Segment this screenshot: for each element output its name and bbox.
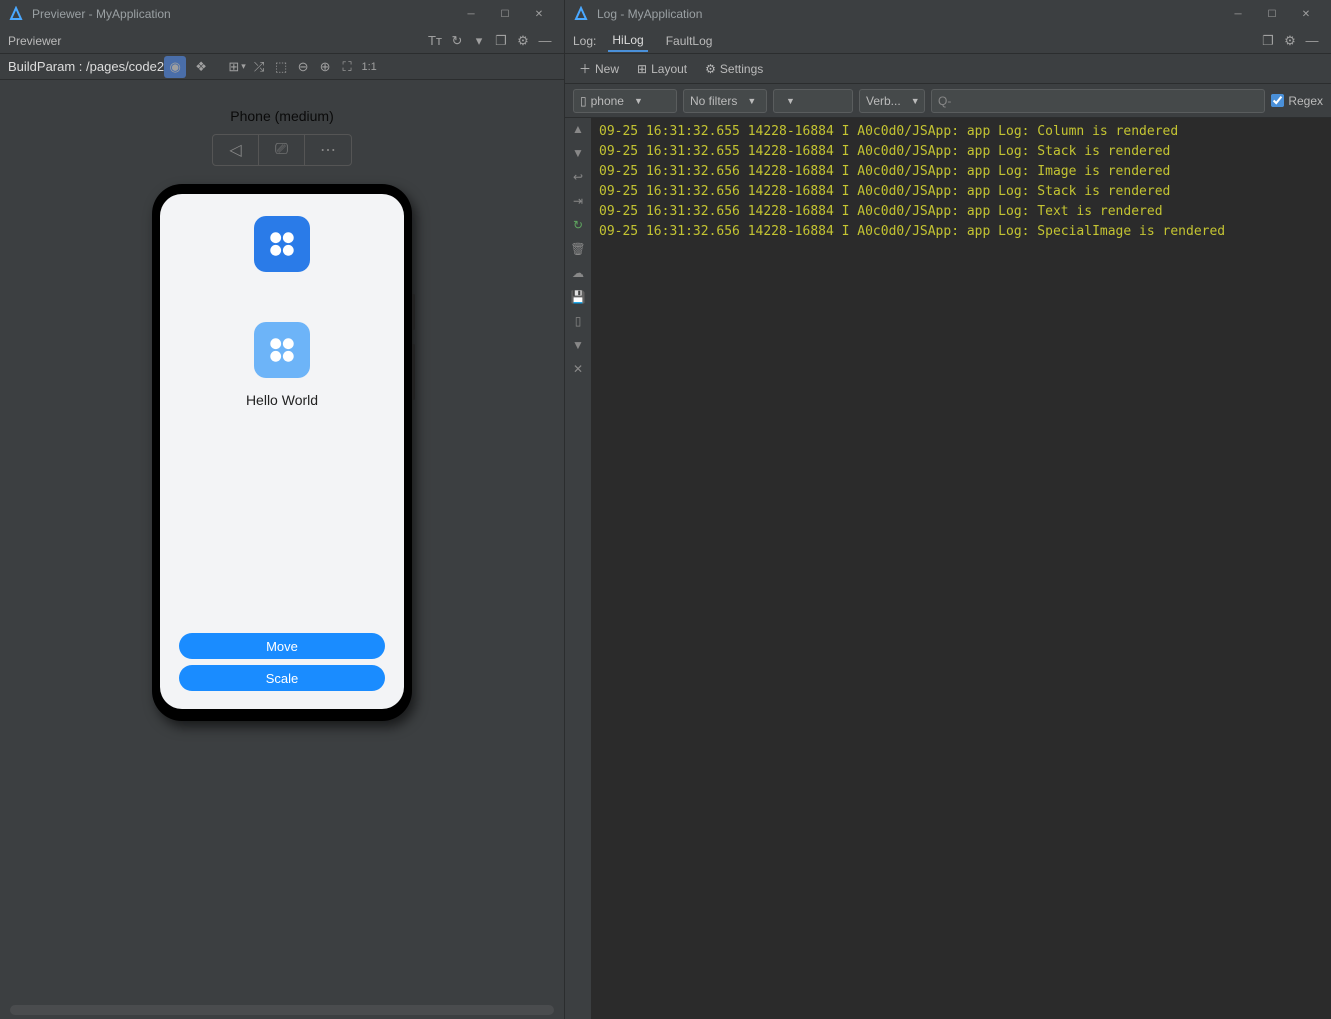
app-logo-icon (8, 6, 24, 22)
hello-text: Hello World (246, 392, 318, 408)
device-dropdown[interactable]: ▯ phone ▼ (573, 89, 677, 113)
save-icon[interactable]: 💾 (569, 288, 587, 306)
crop-icon[interactable]: ⬚ (270, 56, 292, 78)
search-input[interactable]: Q- (931, 89, 1265, 113)
trash-icon[interactable]: 🗑 (569, 240, 587, 258)
horizontal-scrollbar[interactable] (10, 1005, 554, 1015)
cloud-icon[interactable]: ☁ (569, 264, 587, 282)
tab-faultlog[interactable]: FaultLog (666, 34, 713, 48)
phone-screen: Hello World Move Scale (160, 194, 404, 709)
build-param-bar: BuildParam : /pages/code2 ◉ ❖ ⊞▾ ⤮ ⬚ ⊖ ⊕… (0, 54, 564, 80)
wrap-icon[interactable]: ↩ (569, 168, 587, 186)
new-window-icon[interactable]: ❐ (1257, 30, 1279, 52)
layout-button[interactable]: ⊞Layout (631, 58, 693, 80)
log-body: ▲ ▼ ↩ ⇥ ↻ 🗑 ☁ 💾 ▯ ▼ ✕ 09-25 16:31:32.655… (565, 118, 1331, 1019)
previewer-titlebar: Previewer - MyApplication ─ ☐ ✕ (0, 0, 564, 28)
log-label: Log: (573, 34, 596, 48)
log-gutter: ▲ ▼ ↩ ⇥ ↻ 🗑 ☁ 💾 ▯ ▼ ✕ (565, 118, 591, 1019)
close-button[interactable]: ✕ (1289, 4, 1323, 24)
minimize-button[interactable]: ─ (454, 4, 488, 24)
regex-check-input[interactable] (1271, 94, 1284, 107)
rotate-icon[interactable]: ⎚ (259, 135, 305, 165)
restart-icon[interactable]: ↻ (569, 216, 587, 234)
new-button[interactable]: ＋New (573, 58, 625, 80)
phone-side-button (412, 294, 415, 330)
scale-button[interactable]: Scale (179, 665, 385, 691)
font-icon[interactable]: Tᴛ (424, 30, 446, 52)
zoom-out-icon[interactable]: ⊖ (292, 56, 314, 78)
settings-icon[interactable]: ⚙ (512, 30, 534, 52)
close-icon[interactable]: ✕ (569, 360, 587, 378)
log-action-bar: ＋New ⊞Layout ⚙Settings (565, 54, 1331, 84)
hide-icon[interactable]: — (534, 30, 556, 52)
log-title: Log - MyApplication (597, 7, 702, 21)
funnel-icon[interactable]: ▼ (569, 336, 587, 354)
app-logo-icon (573, 6, 589, 22)
tab-hilog[interactable]: HiLog (608, 30, 647, 52)
phone-frame: Hello World Move Scale (152, 184, 412, 721)
back-icon[interactable]: ◁ (213, 135, 259, 165)
scroll-down-icon[interactable]: ▼ (569, 144, 587, 162)
zoom-in-icon[interactable]: ⊕ (314, 56, 336, 78)
filter-dropdown[interactable]: No filters ▼ (683, 89, 767, 113)
tag-dropdown[interactable]: ▼ (773, 89, 853, 113)
previewer-pane: Previewer - MyApplication ─ ☐ ✕ Previewe… (0, 0, 565, 1019)
layers-icon[interactable]: ❖ (190, 56, 212, 78)
one-to-one-icon[interactable]: 1:1 (358, 56, 380, 78)
scroll-up-icon[interactable]: ▲ (569, 120, 587, 138)
phone-icon: ▯ (580, 94, 587, 108)
log-output[interactable]: 09-25 16:31:32.655 14228-16884 I A0c0d0/… (591, 118, 1331, 1019)
device-controls: ◁ ⎚ ⋯ (212, 134, 352, 166)
regex-checkbox[interactable]: Regex (1271, 94, 1323, 108)
grid-icon[interactable]: ⊞▾ (226, 56, 248, 78)
filter-bar: ▯ phone ▼ No filters ▼ ▼ Verb... ▼ Q- Re… (565, 84, 1331, 118)
gear-icon: ⚙ (705, 62, 716, 76)
app-icon-dark (254, 216, 310, 272)
level-dropdown[interactable]: Verb... ▼ (859, 89, 925, 113)
hide-icon[interactable]: — (1301, 30, 1323, 52)
minimize-button[interactable]: ─ (1221, 4, 1255, 24)
log-titlebar: Log - MyApplication ─ ☐ ✕ (565, 0, 1331, 28)
export-icon[interactable]: ⇥ (569, 192, 587, 210)
fit-icon[interactable]: ⛶ (336, 56, 358, 78)
log-sub-toolbar: Log: HiLog FaultLog ❐ ⚙ — (565, 28, 1331, 54)
more-icon[interactable]: ⋯ (305, 135, 351, 165)
settings-button[interactable]: ⚙Settings (699, 58, 769, 80)
orientation-icon[interactable]: ⤮ (248, 56, 270, 78)
device-icon[interactable]: ▯ (569, 312, 587, 330)
plus-icon: ＋ (579, 60, 591, 77)
build-param-text: BuildParam : /pages/code2 (8, 59, 164, 74)
phone-side-button (412, 344, 415, 400)
new-window-icon[interactable]: ❐ (490, 30, 512, 52)
refresh-icon[interactable]: ↻ (446, 30, 468, 52)
device-label: Phone (medium) (230, 108, 334, 124)
move-button[interactable]: Move (179, 633, 385, 659)
maximize-button[interactable]: ☐ (1255, 4, 1289, 24)
panel-label: Previewer (8, 34, 61, 48)
inspect-icon[interactable]: ◉ (164, 56, 186, 78)
app-icon-light (254, 322, 310, 378)
close-button[interactable]: ✕ (522, 4, 556, 24)
preview-area: Phone (medium) ◁ ⎚ ⋯ Hello World Move Sc… (0, 80, 564, 1019)
settings-icon[interactable]: ⚙ (1279, 30, 1301, 52)
previewer-title: Previewer - MyApplication (32, 7, 171, 21)
maximize-button[interactable]: ☐ (488, 4, 522, 24)
grid-icon: ⊞ (637, 62, 647, 76)
previewer-sub-toolbar: Previewer Tᴛ ↻ ▾ ❐ ⚙ — (0, 28, 564, 54)
filter-icon[interactable]: ▾ (468, 30, 490, 52)
log-pane: Log - MyApplication ─ ☐ ✕ Log: HiLog Fau… (565, 0, 1331, 1019)
